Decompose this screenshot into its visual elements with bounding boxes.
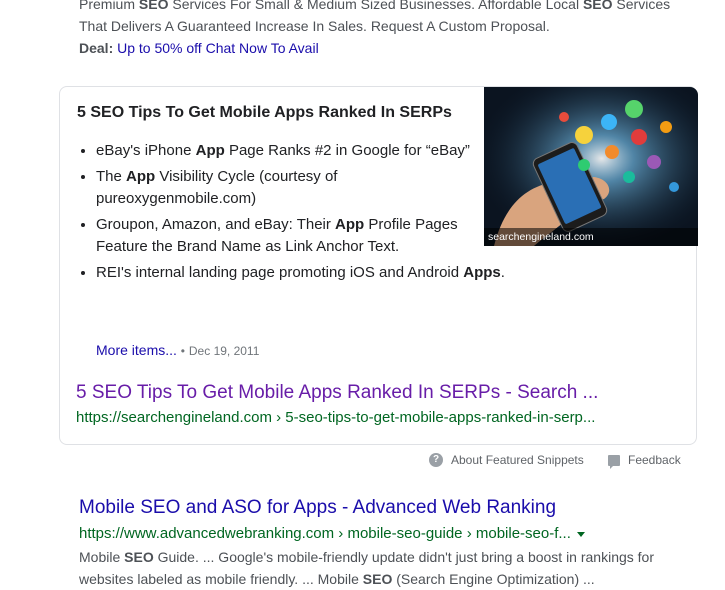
date-separator: • (180, 344, 185, 358)
list-item: Groupon, Amazon, and eBay: Their App Pro… (96, 214, 491, 258)
result-url-row: https://www.advancedwebranking.com › mob… (79, 524, 585, 544)
ad-desc-bold: SEO (582, 0, 613, 12)
phone-apps-image (484, 87, 698, 246)
snippet-result-url: https://searchengineland.com › 5-seo-tip… (76, 409, 596, 426)
ad-desc-text: Services For Small & Medium Sized Busine… (168, 0, 583, 12)
ad-desc-line2: That Delivers A Guaranteed Increase In S… (79, 18, 550, 34)
about-label: About Featured Snippets (451, 453, 584, 467)
snippet-result-title[interactable]: 5 SEO Tips To Get Mobile Apps Ranked In … (76, 381, 598, 405)
deal-label: Deal: (79, 40, 114, 56)
desc-text: Guide. ... Google's mobile-friendly upda… (153, 549, 655, 565)
desc-text: websites labeled as mobile friendly. ...… (79, 571, 363, 587)
list-item-text: Groupon, Amazon, and eBay: Their (96, 216, 336, 233)
list-item: The App Visibility Cycle (courtesy of pu… (96, 166, 491, 210)
snippet-heading: 5 SEO Tips To Get Mobile Apps Ranked In … (77, 104, 452, 121)
list-item-bold: App (126, 168, 156, 185)
desc-text: (Search Engine Optimization) ... (392, 571, 595, 587)
ad-deal: Deal: Up to 50% off Chat Now To Avail (79, 38, 319, 58)
feedback-icon (608, 454, 620, 469)
result-title[interactable]: Mobile SEO and ASO for Apps - Advanced W… (79, 496, 556, 520)
list-item-bold: App (335, 216, 365, 233)
more-items-link[interactable]: More items... (96, 342, 177, 358)
desc-bold: SEO (362, 571, 393, 587)
list-item-text: Page Ranks #2 in Google for “eBay” (224, 142, 470, 159)
deal-link[interactable]: Up to 50% off Chat Now To Avail (117, 40, 319, 56)
about-featured-snippets[interactable]: ? About Featured Snippets (429, 452, 584, 468)
ad-description: Premium SEO Services For Small & Medium … (79, 0, 699, 37)
list-item-text: REI's internal landing page promoting iO… (96, 264, 464, 281)
result-url: https://www.advancedwebranking.com › mob… (79, 525, 571, 542)
ad-desc-text: Services (612, 0, 671, 12)
list-item: eBay's iPhone App Page Ranks #2 in Googl… (96, 140, 491, 162)
feedback-label: Feedback (628, 453, 681, 467)
result-description: Mobile SEO Guide. ... Google's mobile-fr… (79, 546, 699, 590)
ad-desc-text: Premium (79, 0, 139, 12)
more-items-row: More items... • Dec 19, 2011 (96, 341, 259, 360)
ad-desc-bold: SEO (138, 0, 169, 12)
list-item-bold: Apps (463, 264, 501, 281)
snippet-list: eBay's iPhone App Page Ranks #2 in Googl… (76, 140, 505, 288)
desc-bold: SEO (124, 549, 154, 565)
snippet-date: Dec 19, 2011 (188, 344, 260, 358)
desc-text: Mobile (79, 549, 125, 565)
feedback-button[interactable]: Feedback (608, 452, 681, 469)
question-icon: ? (429, 453, 443, 467)
list-item-text: . (500, 264, 505, 281)
caret-down-icon[interactable] (576, 531, 585, 537)
list-item-bold: App (195, 142, 225, 159)
snippet-thumbnail[interactable]: searchengineland.com (484, 87, 698, 246)
list-item-text: eBay's iPhone (96, 142, 196, 159)
list-item: REI's internal landing page promoting iO… (96, 262, 576, 284)
image-source-caption: searchengineland.com (484, 228, 698, 246)
list-item-text: The (96, 168, 127, 185)
